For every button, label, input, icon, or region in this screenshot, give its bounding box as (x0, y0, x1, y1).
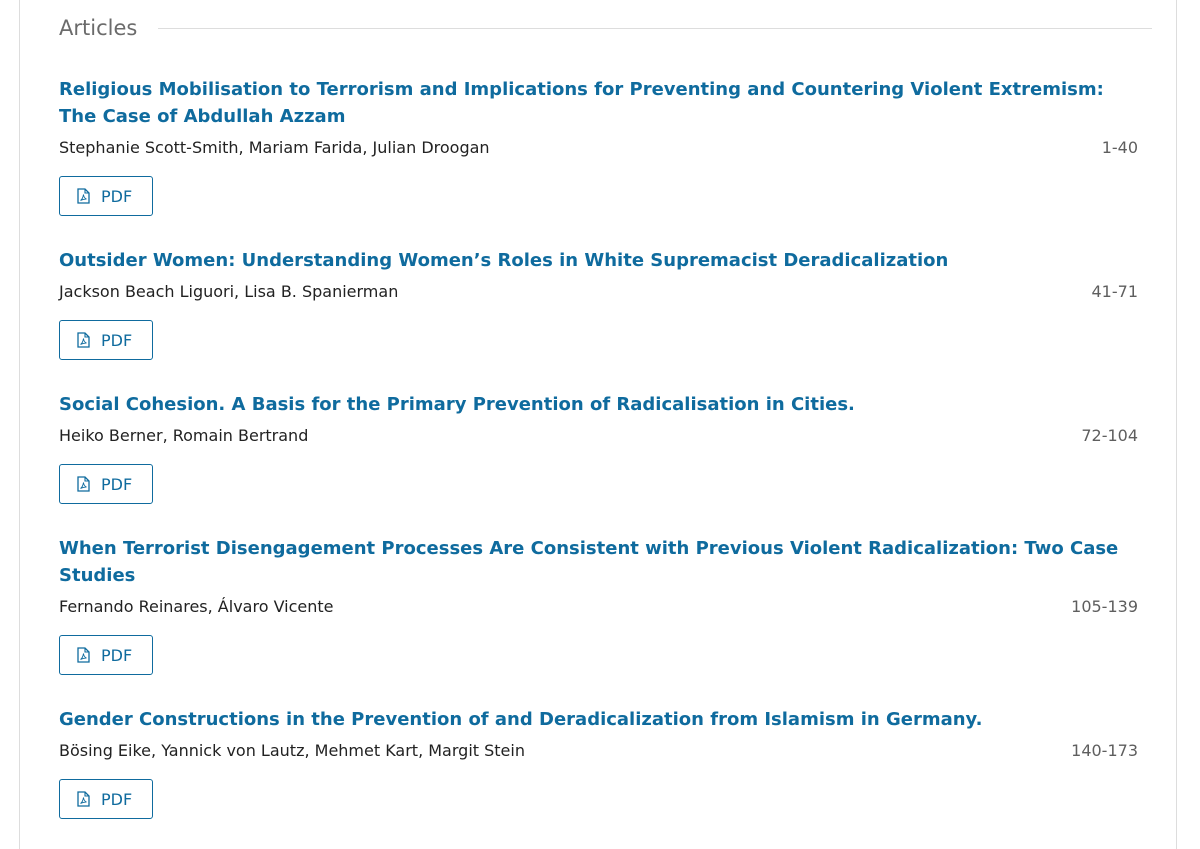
article-item: Gender Constructions in the Prevention o… (59, 706, 1138, 819)
article-pages: 72-104 (1081, 426, 1138, 445)
pdf-button-label: PDF (101, 474, 133, 494)
pdf-download-button[interactable]: PDF (59, 464, 153, 504)
section-divider (37, 28, 1152, 29)
article-item: When Terrorist Disengagement Processes A… (59, 535, 1138, 675)
file-pdf-icon (77, 188, 90, 204)
article-meta: Heiko Berner, Romain Bertrand 72-104 (59, 424, 1138, 448)
article-galleys: PDF (59, 464, 1138, 504)
content-frame-left-border (19, 0, 20, 849)
article-pages: 41-71 (1091, 282, 1139, 301)
pdf-button-label: PDF (101, 330, 133, 350)
article-meta: Jackson Beach Liguori, Lisa B. Spanierma… (59, 280, 1138, 304)
article-pages: 140-173 (1071, 741, 1138, 760)
article-item: Social Cohesion. A Basis for the Primary… (59, 391, 1138, 504)
article-pages: 105-139 (1071, 597, 1138, 616)
pdf-button-label: PDF (101, 789, 133, 809)
pdf-download-button[interactable]: PDF (59, 779, 153, 819)
article-title-link[interactable]: Religious Mobilisation to Terrorism and … (59, 76, 1138, 130)
file-pdf-icon (77, 791, 90, 807)
article-item: Religious Mobilisation to Terrorism and … (59, 76, 1138, 216)
article-authors: Jackson Beach Liguori, Lisa B. Spanierma… (59, 282, 399, 301)
content-frame-right-border (1176, 0, 1177, 849)
article-title-link[interactable]: Gender Constructions in the Prevention o… (59, 706, 1138, 733)
article-title-link[interactable]: Social Cohesion. A Basis for the Primary… (59, 391, 1138, 418)
article-galleys: PDF (59, 176, 1138, 216)
file-pdf-icon (77, 476, 90, 492)
article-authors: Stephanie Scott-Smith, Mariam Farida, Ju… (59, 138, 490, 157)
section-heading: Articles (37, 14, 159, 42)
article-meta: Bösing Eike, Yannick von Lautz, Mehmet K… (59, 739, 1138, 763)
pdf-download-button[interactable]: PDF (59, 320, 153, 360)
article-authors: Fernando Reinares, Álvaro Vicente (59, 597, 334, 616)
article-galleys: PDF (59, 635, 1138, 675)
file-pdf-icon (77, 647, 90, 663)
article-title-link[interactable]: When Terrorist Disengagement Processes A… (59, 535, 1138, 589)
article-item: Outsider Women: Understanding Women’s Ro… (59, 247, 1138, 360)
article-meta: Fernando Reinares, Álvaro Vicente 105-13… (59, 595, 1138, 619)
article-meta: Stephanie Scott-Smith, Mariam Farida, Ju… (59, 136, 1138, 160)
article-pages: 1-40 (1101, 138, 1138, 157)
article-list: Religious Mobilisation to Terrorism and … (59, 76, 1138, 849)
article-authors: Bösing Eike, Yannick von Lautz, Mehmet K… (59, 741, 525, 760)
pdf-button-label: PDF (101, 186, 133, 206)
pdf-download-button[interactable]: PDF (59, 635, 153, 675)
file-pdf-icon (77, 332, 90, 348)
pdf-button-label: PDF (101, 645, 133, 665)
article-galleys: PDF (59, 320, 1138, 360)
pdf-download-button[interactable]: PDF (59, 176, 153, 216)
article-authors: Heiko Berner, Romain Bertrand (59, 426, 309, 445)
article-galleys: PDF (59, 779, 1138, 819)
article-title-link[interactable]: Outsider Women: Understanding Women’s Ro… (59, 247, 1138, 274)
